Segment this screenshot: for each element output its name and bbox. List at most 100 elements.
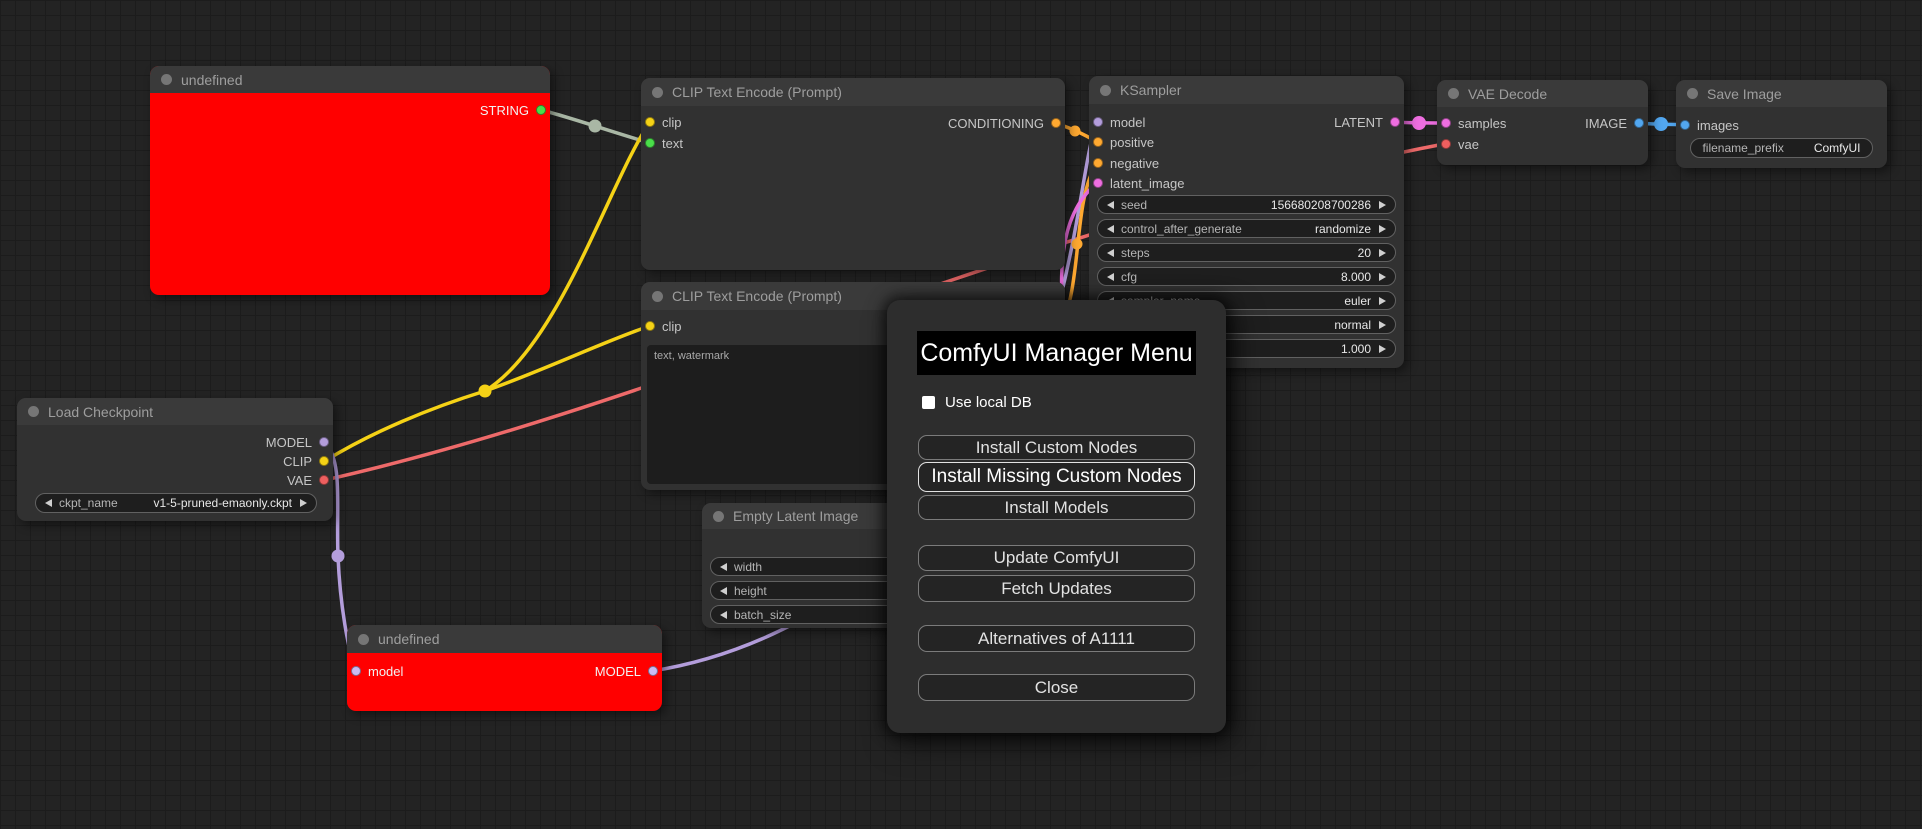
decrement-arrow-icon[interactable]	[1107, 200, 1114, 209]
output-slot-clip[interactable]: CLIP	[283, 453, 329, 469]
collapse-dot-icon[interactable]	[161, 74, 172, 85]
decrement-arrow-icon[interactable]	[45, 499, 52, 507]
collapse-dot-icon[interactable]	[1687, 88, 1698, 99]
output-slot-model[interactable]: MODEL	[595, 663, 658, 679]
fetch-updates-button[interactable]: Fetch Updates	[918, 575, 1195, 602]
node-header[interactable]: KSampler	[1089, 76, 1404, 104]
increment-arrow-icon[interactable]	[1379, 200, 1386, 209]
output-slot-model[interactable]: MODEL	[266, 434, 329, 450]
vae-slot-dot[interactable]	[1441, 139, 1451, 149]
input-slot-model[interactable]: model	[351, 663, 403, 679]
use-local-db-row[interactable]: Use local DB	[922, 394, 1032, 411]
collapse-dot-icon[interactable]	[652, 86, 663, 98]
input-slot-vae[interactable]: vae	[1441, 136, 1479, 152]
increment-arrow-icon[interactable]	[1379, 344, 1386, 353]
widget-ckpt-name[interactable]: ckpt_name v1-5-pruned-emaonly.ckpt	[35, 493, 317, 513]
output-slot-vae[interactable]: VAE	[287, 472, 329, 488]
conditioning-slot-dot[interactable]	[1093, 137, 1103, 147]
input-slot-samples[interactable]: samples	[1441, 115, 1506, 131]
model-slot-dot[interactable]	[319, 437, 329, 447]
reroute-dot-string[interactable]	[588, 119, 602, 133]
input-slot-clip[interactable]: clip	[645, 114, 682, 130]
node-load-checkpoint[interactable]: Load Checkpoint MODEL CLIP VAE ckpt_name…	[17, 398, 333, 521]
widget-seed[interactable]: seed 156680208700286	[1097, 195, 1396, 214]
collapse-dot-icon[interactable]	[652, 290, 663, 302]
decrement-arrow-icon[interactable]	[1107, 224, 1114, 233]
latent-slot-dot[interactable]	[1441, 118, 1451, 128]
clip-slot-dot[interactable]	[319, 456, 329, 466]
node-header[interactable]: Load Checkpoint	[17, 398, 333, 425]
widget-cfg[interactable]: cfg 8.000	[1097, 267, 1396, 286]
decrement-arrow-icon[interactable]	[720, 610, 727, 619]
node-undefined-top[interactable]: undefined STRING	[150, 66, 550, 295]
decrement-arrow-icon[interactable]	[720, 586, 727, 595]
collapse-dot-icon[interactable]	[28, 406, 39, 417]
input-slot-latent-image[interactable]: latent_image	[1093, 175, 1184, 191]
node-header[interactable]: Save Image	[1676, 80, 1887, 107]
collapse-dot-icon[interactable]	[1100, 84, 1111, 96]
widget-filename-prefix[interactable]: filename_prefix ComfyUI	[1690, 138, 1873, 158]
input-slot-negative[interactable]: negative	[1093, 155, 1159, 171]
node-clip-text-encode-positive[interactable]: CLIP Text Encode (Prompt) clip text COND…	[641, 78, 1065, 270]
alternatives-of-a1111-button[interactable]: Alternatives of A1111	[918, 625, 1195, 652]
install-models-button[interactable]: Install Models	[918, 495, 1195, 520]
text-slot-dot[interactable]	[645, 138, 655, 148]
increment-arrow-icon[interactable]	[1379, 224, 1386, 233]
string-slot-dot[interactable]	[536, 105, 546, 115]
reroute-dot-latent[interactable]	[1412, 116, 1426, 130]
collapse-dot-icon[interactable]	[713, 510, 724, 522]
collapse-dot-icon[interactable]	[1448, 88, 1459, 99]
decrement-arrow-icon[interactable]	[1107, 272, 1114, 281]
latent-slot-dot[interactable]	[1390, 117, 1400, 127]
install-custom-nodes-button[interactable]: Install Custom Nodes	[918, 435, 1195, 460]
input-slot-positive[interactable]: positive	[1093, 134, 1154, 150]
install-missing-custom-nodes-button[interactable]: Install Missing Custom Nodes	[918, 462, 1195, 492]
output-slot-string[interactable]: STRING	[480, 102, 546, 118]
increment-arrow-icon[interactable]	[300, 499, 307, 507]
conditioning-slot-dot[interactable]	[1093, 158, 1103, 168]
node-title: Empty Latent Image	[733, 508, 859, 524]
decrement-arrow-icon[interactable]	[1107, 248, 1114, 257]
node-header[interactable]: VAE Decode	[1437, 80, 1648, 107]
node-save-image[interactable]: Save Image images filename_prefix ComfyU…	[1676, 80, 1887, 168]
clip-slot-dot[interactable]	[645, 321, 655, 331]
collapse-dot-icon[interactable]	[358, 633, 369, 645]
reroute-dot-model[interactable]	[331, 549, 345, 563]
reroute-dot-clip[interactable]	[478, 384, 492, 398]
node-vae-decode[interactable]: VAE Decode samples vae IMAGE	[1437, 80, 1648, 165]
increment-arrow-icon[interactable]	[1379, 296, 1386, 305]
increment-arrow-icon[interactable]	[1379, 320, 1386, 329]
node-graph-canvas[interactable]: undefined STRING CLIP Text Encode (Promp…	[0, 0, 1922, 829]
model-slot-dot[interactable]	[351, 666, 361, 676]
model-slot-dot[interactable]	[1093, 117, 1103, 127]
decrement-arrow-icon[interactable]	[720, 562, 727, 571]
model-slot-dot[interactable]	[648, 666, 658, 676]
reroute-dot-cond-pos[interactable]	[1069, 125, 1081, 137]
node-header[interactable]: undefined	[347, 625, 662, 653]
output-slot-image[interactable]: IMAGE	[1585, 115, 1644, 131]
node-header[interactable]: CLIP Text Encode (Prompt)	[641, 78, 1065, 106]
image-slot-dot[interactable]	[1634, 118, 1644, 128]
latent-slot-dot[interactable]	[1093, 178, 1103, 188]
input-slot-images[interactable]: images	[1680, 117, 1739, 133]
input-slot-text[interactable]: text	[645, 135, 683, 151]
input-slot-clip[interactable]: clip	[645, 318, 682, 334]
widget-control-after-generate[interactable]: control_after_generate randomize	[1097, 219, 1396, 238]
node-header[interactable]: undefined	[150, 66, 550, 93]
reroute-dot-cond-neg[interactable]	[1071, 238, 1083, 250]
conditioning-slot-dot[interactable]	[1051, 118, 1061, 128]
widget-steps[interactable]: steps 20	[1097, 243, 1396, 262]
reroute-dot-image[interactable]	[1654, 117, 1668, 131]
clip-slot-dot[interactable]	[645, 117, 655, 127]
image-slot-dot[interactable]	[1680, 120, 1690, 130]
node-undefined-bottom[interactable]: undefined model MODEL	[347, 625, 662, 711]
update-comfyui-button[interactable]: Update ComfyUI	[918, 545, 1195, 571]
increment-arrow-icon[interactable]	[1379, 248, 1386, 257]
use-local-db-checkbox[interactable]	[922, 396, 935, 409]
vae-slot-dot[interactable]	[319, 475, 329, 485]
input-slot-model[interactable]: model	[1093, 114, 1145, 130]
output-slot-latent[interactable]: LATENT	[1334, 114, 1400, 130]
close-button[interactable]: Close	[918, 674, 1195, 701]
output-slot-conditioning[interactable]: CONDITIONING	[948, 115, 1061, 131]
increment-arrow-icon[interactable]	[1379, 272, 1386, 281]
